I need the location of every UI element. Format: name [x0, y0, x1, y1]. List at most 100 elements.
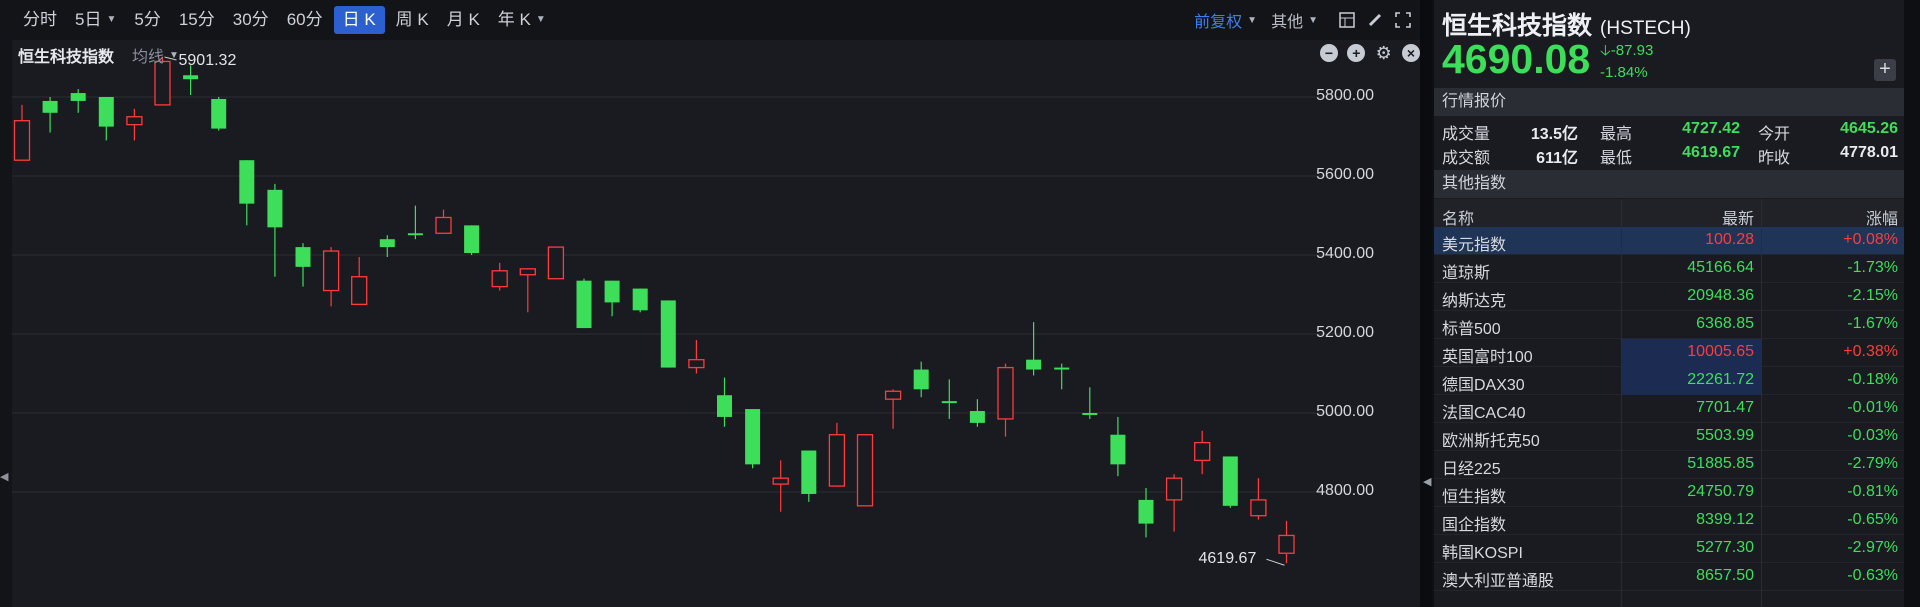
col-pct[interactable]: 涨幅: [1866, 205, 1898, 229]
candle-body: [632, 288, 648, 311]
row-pct: -0.18%: [1847, 371, 1898, 388]
candle-body: [464, 225, 480, 254]
row-name: 韩国KOSPI: [1442, 545, 1523, 562]
candle-body: [211, 98, 227, 129]
timeframe-tab[interactable]: 15分: [170, 6, 224, 34]
row-pct: -2.79%: [1847, 455, 1898, 472]
timeframe-tab[interactable]: 5日 ▼: [66, 6, 125, 34]
timeframe-tab[interactable]: 周 K: [387, 6, 438, 34]
candle-body: [828, 434, 846, 487]
candle-body: [1222, 456, 1238, 506]
row-name: 德国DAX30: [1442, 377, 1525, 394]
row-name: 标普500: [1442, 321, 1501, 338]
candle-body: [322, 250, 340, 292]
row-name: 美元指数: [1442, 237, 1507, 254]
chevron-down-icon: ▼: [106, 14, 117, 25]
row-last: 5277.30: [1696, 539, 1754, 556]
row-name: 英国富时100: [1442, 349, 1533, 366]
timeframe-tab[interactable]: 日 K: [333, 6, 385, 34]
y-tick-label: 5000.00: [1316, 403, 1374, 420]
row-pct: -2.97%: [1847, 539, 1898, 556]
row-name: 国企指数: [1442, 517, 1507, 534]
table-row[interactable]: 国企指数 8399.12 -0.65%: [1434, 507, 1904, 535]
chevron-down-icon: ▼: [1247, 14, 1258, 26]
timeframe-tab[interactable]: 分时: [14, 6, 66, 34]
candle-body: [491, 270, 508, 288]
add-watchlist-button[interactable]: +: [1874, 59, 1896, 81]
table-row[interactable]: 日经225 51885.85 -2.79%: [1434, 451, 1904, 479]
prev-close-label: 昨收: [1758, 150, 1791, 167]
timeframe-tab[interactable]: 年 K ▼: [489, 6, 555, 34]
candle-body: [1138, 499, 1154, 524]
row-last: 10005.65: [1687, 343, 1754, 360]
open-value: 4645.26: [1840, 120, 1898, 137]
zoom-in-icon[interactable]: +: [1347, 44, 1366, 62]
candle-body: [379, 239, 395, 248]
row-last: 51885.85: [1687, 455, 1754, 472]
collapse-right-icon[interactable]: ◀: [1423, 475, 1431, 488]
open-label: 今开: [1758, 126, 1791, 143]
table-row[interactable]: 韩国KOSPI 5277.30 -2.97%: [1434, 535, 1904, 563]
candle-body: [98, 97, 114, 127]
chevron-down-icon: ▼: [169, 49, 179, 61]
table-row[interactable]: 恒生指数 24750.79 -0.81%: [1434, 479, 1904, 507]
collapse-left-icon[interactable]: ◀: [0, 470, 8, 500]
row-name: 日经225: [1442, 461, 1501, 478]
low-label: 4619.67: [1199, 550, 1257, 567]
fullscreen-icon[interactable]: [1392, 9, 1414, 31]
timeframe-tab[interactable]: 5分: [125, 6, 169, 34]
col-last[interactable]: 最新: [1722, 205, 1754, 229]
y-tick-label: 5200.00: [1316, 324, 1374, 341]
row-pct: +0.08%: [1843, 231, 1898, 248]
y-tick-label: 5400.00: [1316, 245, 1374, 262]
layout-grid-icon[interactable]: [1336, 9, 1358, 31]
table-row[interactable]: 澳大利亚普通股 8657.50 -0.63%: [1434, 563, 1904, 591]
table-row[interactable]: 英国富时100 10005.65 +0.38%: [1434, 339, 1904, 367]
candle-body: [1165, 477, 1183, 501]
low-value: 4619.67: [1682, 144, 1740, 161]
candle-body: [941, 401, 957, 404]
zoom-out-icon[interactable]: −: [1320, 44, 1338, 62]
amount-label: 成交额: [1442, 150, 1491, 167]
indicator-dropdown[interactable]: 均线 ▼: [132, 43, 179, 67]
row-last: 20948.36: [1687, 287, 1754, 304]
row-name: 欧洲斯托克50: [1442, 433, 1540, 450]
candle-body: [1110, 434, 1126, 465]
panel-divider[interactable]: ◀: [1420, 0, 1432, 607]
timeframe-tab[interactable]: 月 K: [438, 6, 489, 34]
adjust-dropdown[interactable]: 前复权 ▼: [1194, 8, 1257, 32]
col-name[interactable]: 名称: [1442, 205, 1474, 229]
candle-body: [295, 247, 311, 267]
timeframe-tab[interactable]: 30分: [224, 6, 278, 34]
table-row[interactable]: 德国DAX30 22261.72 -0.18%: [1434, 367, 1904, 395]
y-tick-label: 5600.00: [1316, 166, 1374, 183]
row-last: 24750.79: [1687, 483, 1754, 500]
timeframe-label: 月 K: [446, 10, 480, 29]
arrow-down-icon: 🡣: [1600, 42, 1611, 59]
other-label: 其他: [1271, 14, 1304, 31]
candle-body: [884, 390, 902, 400]
table-row[interactable]: 美元指数 100.28 +0.08%: [1434, 227, 1904, 255]
indicator-label: 均线: [132, 49, 165, 66]
timeframe-label: 5分: [134, 10, 161, 29]
timeframe-tab[interactable]: 60分: [278, 6, 332, 34]
draw-pen-icon[interactable]: [1364, 9, 1386, 31]
table-row[interactable]: 纳斯达克 20948.36 -2.15%: [1434, 283, 1904, 311]
settings-icon[interactable]: ⚙: [1375, 43, 1393, 63]
row-name: 道琼斯: [1442, 265, 1491, 282]
candlestick-chart-svg[interactable]: 5901.32 4619.67: [12, 40, 1420, 607]
candle-body: [239, 160, 255, 204]
candle-body: [1194, 441, 1211, 462]
prev-close-value: 4778.01: [1840, 144, 1898, 161]
candle-body: [576, 280, 592, 329]
other-dropdown[interactable]: 其他 ▼: [1271, 8, 1318, 32]
table-row[interactable]: 道琼斯 45166.64 -1.73%: [1434, 255, 1904, 283]
table-row[interactable]: 标普500 6368.85 -1.67%: [1434, 311, 1904, 339]
last-price: 4690.08: [1442, 36, 1591, 82]
row-last: 45166.64: [1687, 259, 1754, 276]
close-icon[interactable]: ×: [1401, 44, 1420, 62]
table-row[interactable]: 欧洲斯托克50 5503.99 -0.03%: [1434, 423, 1904, 451]
adjust-label: 前复权: [1194, 14, 1243, 31]
table-row[interactable]: 法国CAC40 7701.47 -0.01%: [1434, 395, 1904, 423]
candlestick-chart[interactable]: 5901.32 4619.67 恒生科技指数 均线 ▼ − + ⚙ × 5800.…: [12, 40, 1420, 607]
